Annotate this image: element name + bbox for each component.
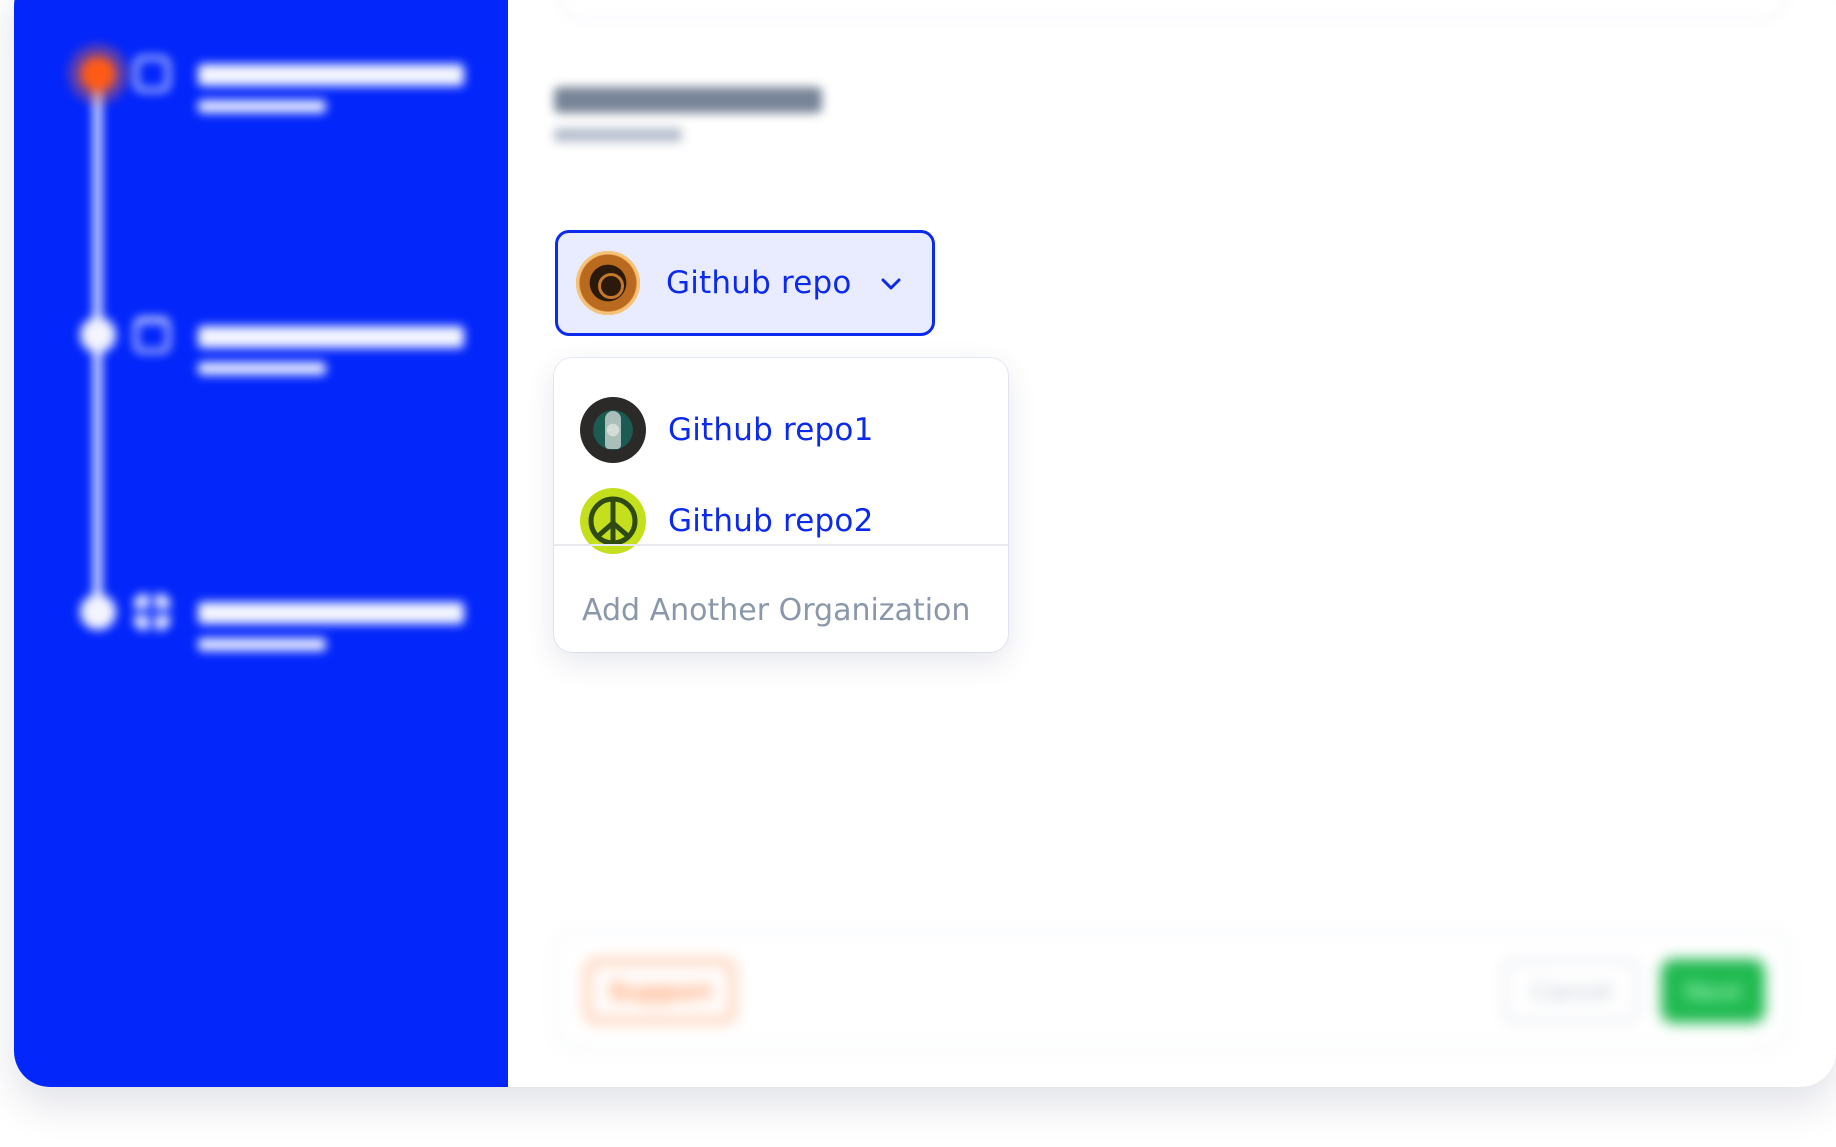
step-1-subtitle [198, 100, 326, 113]
main-panel: Github repo Github repo1 Github repo2 Ad… [508, 0, 1836, 1087]
add-another-organization-link[interactable]: Add Another Organization [582, 593, 970, 628]
step-2-title [198, 326, 464, 348]
lock-icon [134, 317, 170, 353]
page-subtitle [554, 128, 682, 142]
step-1-title [198, 64, 464, 86]
selected-repo-label: Github repo [666, 265, 852, 301]
step-3-subtitle [198, 638, 326, 651]
repo-selector[interactable]: Github repo [555, 230, 935, 336]
chevron-down-icon[interactable] [880, 273, 902, 295]
dropdown-item-label: Github repo2 [668, 503, 874, 539]
menu-divider [554, 544, 1008, 546]
repo1-avatar [580, 397, 646, 463]
step-2-subtitle [198, 362, 326, 375]
step-timeline [14, 0, 508, 670]
step-1-indicator [80, 56, 116, 92]
page-title [554, 87, 822, 113]
footer-actions: Support Cancel Next [554, 930, 1790, 1050]
step-3-indicator [80, 594, 116, 630]
sidebar [14, 0, 508, 1087]
dropdown-item-repo1[interactable]: Github repo1 [580, 395, 980, 465]
step-3-title [198, 602, 464, 624]
database-icon [134, 56, 170, 92]
grid-icon [134, 594, 170, 630]
next-button[interactable]: Next [1661, 959, 1765, 1023]
selected-repo-avatar [576, 251, 640, 315]
repo-dropdown-menu: Github repo1 Github repo2 Add Another Or… [554, 358, 1008, 652]
top-card [558, 0, 1788, 20]
dropdown-item-label: Github repo1 [668, 412, 874, 448]
support-button[interactable]: Support [585, 959, 735, 1023]
app-window: Github repo Github repo1 Github repo2 Ad… [14, 0, 1836, 1087]
step-2-indicator [80, 317, 116, 353]
cancel-button[interactable]: Cancel [1503, 959, 1639, 1023]
